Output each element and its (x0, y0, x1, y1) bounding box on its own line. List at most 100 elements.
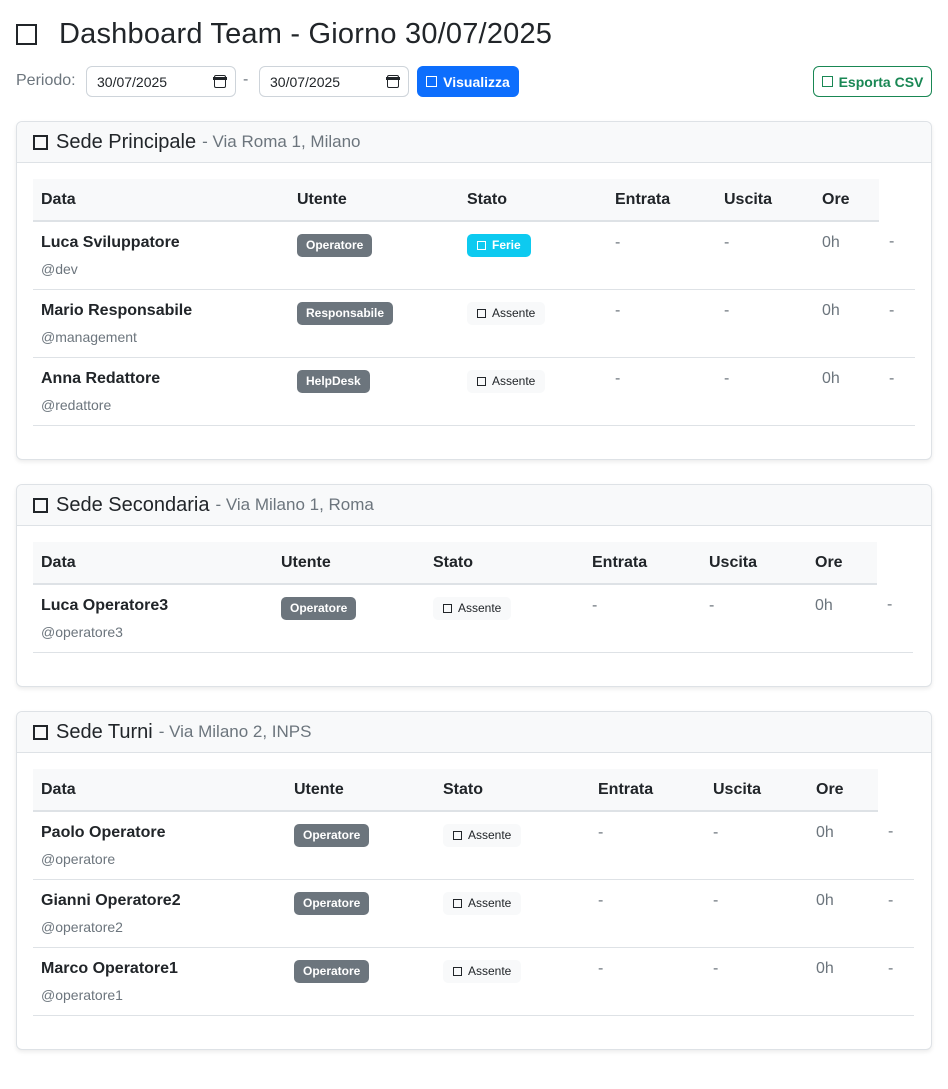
site-body: Data Utente Stato Entrata Uscita Ore Luca Svi… (17, 163, 931, 442)
uscita-cell: - (705, 947, 808, 1016)
extra-cell: - (879, 221, 915, 290)
entrata-cell: - (590, 811, 705, 880)
entrata-cell: - (607, 357, 716, 426)
site-header: Sede Principale - Via Roma 1, Milano (17, 122, 931, 163)
uscita-cell: - (716, 289, 814, 358)
view-button-label: Visualizza (443, 73, 510, 90)
ore-cell: 0h (808, 879, 878, 948)
date-from-input[interactable]: 30/07/2025 (86, 66, 236, 97)
column-header: Data (33, 542, 273, 585)
calendar-icon[interactable] (213, 75, 227, 88)
user-name: Luca Sviluppatore (41, 234, 180, 251)
column-header: Uscita (716, 179, 814, 222)
site-name: Sede Secondaria (56, 493, 210, 516)
status-badge: Assente (443, 891, 522, 915)
status-icon (477, 376, 486, 386)
role-cell: Responsabile (289, 289, 459, 358)
status-label: Assente (492, 373, 536, 388)
column-header: Stato (435, 769, 590, 812)
user-cell: Luca Sviluppatore @dev (33, 221, 289, 290)
status-icon (453, 898, 462, 908)
entrata-cell: - (584, 584, 701, 653)
ore-cell: 0h (808, 947, 878, 1016)
entrata-cell: - (590, 947, 705, 1016)
table-row: Gianni Operatore2 @operatore2 Operatore … (33, 879, 914, 948)
status-label: Assente (468, 828, 512, 842)
column-header: Utente (273, 542, 425, 585)
extra-cell: - (879, 289, 915, 358)
page-title-text: Dashboard Team - Giorno 30/07/2025 (59, 18, 553, 50)
status-badge: Ferie (467, 234, 531, 257)
column-header: Entrata (607, 179, 716, 222)
status-cell: Assente (459, 289, 607, 358)
site-header: Sede Turni - Via Milano 2, INPS (17, 712, 931, 753)
building-icon (33, 497, 48, 513)
uscita-cell: - (716, 221, 814, 290)
status-cell: Assente (459, 357, 607, 426)
status-label: Assente (458, 601, 502, 615)
view-icon (426, 76, 438, 87)
header-spacer (878, 769, 914, 811)
filter-bar: Periodo: 30/07/2025 - 30/07/2025 Visuali… (16, 66, 932, 97)
role-badge: Operatore (281, 597, 357, 620)
user-cell: Paolo Operatore @operatore (33, 811, 286, 880)
site-card: Sede Secondaria - Via Milano 1, Roma Dat… (16, 484, 932, 687)
role-badge: Operatore (294, 891, 370, 915)
role-badge: Responsabile (297, 301, 394, 325)
table-row: Mario Responsabile @management Responsab… (33, 289, 915, 358)
role-badge: Operatore (294, 959, 370, 983)
user-name: Paolo Operatore (41, 824, 166, 841)
status-badge: Assente (467, 369, 546, 393)
dashboard-icon (16, 23, 37, 45)
status-cell: Assente (425, 584, 584, 653)
ore-cell: 0h (807, 584, 877, 653)
extra-cell: - (879, 357, 915, 426)
user-cell: Marco Operatore1 @operatore1 (33, 947, 286, 1016)
site-header: Sede Secondaria - Via Milano 1, Roma (17, 485, 931, 526)
role-cell: HelpDesk (289, 357, 459, 426)
column-header: Data (33, 769, 286, 812)
site-location: - Via Roma 1, Milano (202, 132, 361, 151)
table-row: Paolo Operatore @operatore Operatore Ass… (33, 811, 914, 880)
column-header: Uscita (701, 542, 807, 585)
column-header: Stato (459, 179, 607, 222)
site-body: Data Utente Stato Entrata Uscita Ore Paolo Op… (17, 753, 931, 1032)
date-from-value: 30/07/2025 (97, 74, 168, 90)
user-cell: Luca Operatore3 @operatore3 (33, 584, 273, 653)
ore-cell: 0h (814, 357, 879, 426)
status-cell: Ferie (459, 221, 607, 290)
column-header: Uscita (705, 769, 808, 812)
status-badge: Assente (443, 824, 522, 847)
user-handle: @dev (41, 261, 78, 277)
status-badge: Assente (443, 959, 522, 983)
calendar-icon[interactable] (386, 75, 400, 88)
user-cell: Gianni Operatore2 @operatore2 (33, 879, 286, 948)
table-row: Anna Redattore @redattore HelpDesk Assen… (33, 357, 915, 426)
table-header-row: Data Utente Stato Entrata Uscita Ore (33, 769, 914, 812)
user-name: Anna Redattore (41, 369, 161, 387)
status-icon (453, 966, 462, 976)
site-name: Sede Turni (56, 720, 153, 743)
ore-cell: 0h (808, 811, 878, 880)
view-button[interactable]: Visualizza (417, 66, 519, 97)
user-handle: @operatore (41, 851, 116, 867)
site-body: Data Utente Stato Entrata Uscita Ore Luca Ope… (17, 526, 931, 669)
user-name: Marco Operatore1 (41, 959, 178, 977)
status-icon (477, 241, 486, 250)
user-handle: @operatore3 (41, 624, 123, 640)
date-range-separator: - (243, 71, 249, 88)
building-icon (33, 724, 48, 740)
status-icon (477, 308, 486, 318)
status-label: Ferie (492, 238, 521, 252)
uscita-cell: - (716, 357, 814, 426)
export-csv-button[interactable]: Esporta CSV (813, 66, 932, 97)
status-cell: Assente (435, 947, 590, 1016)
uscita-cell: - (705, 811, 808, 880)
column-header: Ore (814, 179, 879, 222)
extra-cell: - (878, 811, 914, 880)
page-title: Dashboard Team - Giorno 30/07/2025 (16, 16, 552, 52)
extra-cell: - (878, 879, 914, 948)
extra-cell: - (877, 584, 913, 653)
date-to-input[interactable]: 30/07/2025 (259, 66, 409, 97)
table-row: Luca Sviluppatore @dev Operatore Ferie -… (33, 221, 915, 290)
